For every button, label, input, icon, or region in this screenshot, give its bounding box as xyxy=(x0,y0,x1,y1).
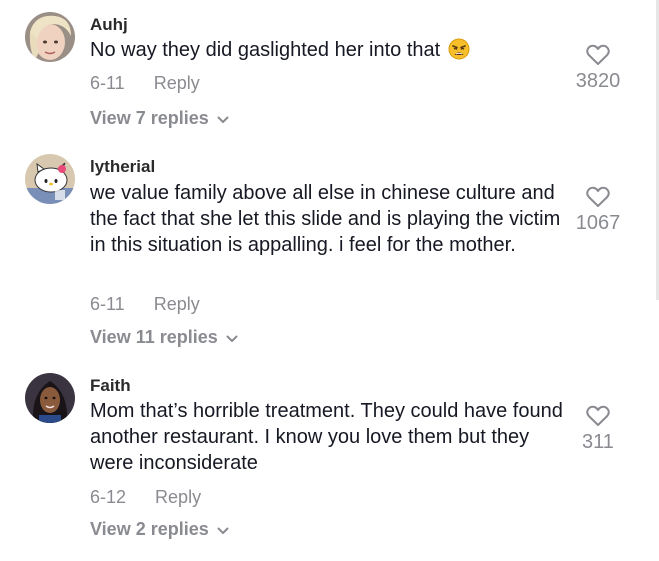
comment-date: 6-12 xyxy=(90,487,127,507)
weary-face-emoji-icon xyxy=(448,38,470,67)
reply-button[interactable]: Reply xyxy=(154,73,200,93)
avatar[interactable] xyxy=(25,154,75,204)
avatar[interactable] xyxy=(25,373,75,423)
chevron-down-icon xyxy=(217,108,229,129)
comment-meta: 6-11 Reply xyxy=(90,294,200,315)
avatar[interactable] xyxy=(25,12,75,62)
comment-username[interactable]: lytherial xyxy=(90,157,155,177)
view-replies-button[interactable]: View 2 replies xyxy=(90,519,229,540)
comment-text: Mom that’s horrible treatment. They coul… xyxy=(90,400,563,474)
view-replies-label: View 11 replies xyxy=(90,327,218,347)
chevron-down-icon xyxy=(217,519,229,540)
view-replies-label: View 7 replies xyxy=(90,108,209,128)
like-count: 1067 xyxy=(575,212,621,234)
reply-button[interactable]: Reply xyxy=(154,294,200,314)
heart-outline-icon[interactable] xyxy=(586,44,610,66)
view-replies-label: View 2 replies xyxy=(90,519,209,539)
comment-text: No way they did gaslighted her into that xyxy=(90,37,565,67)
view-replies-button[interactable]: View 7 replies xyxy=(90,108,229,129)
like-count: 3820 xyxy=(575,70,621,92)
reply-button[interactable]: Reply xyxy=(155,487,201,507)
avatar-hello-kitty-icon xyxy=(25,154,75,204)
comment-username[interactable]: Auhj xyxy=(90,15,128,35)
comment-text: we value family above all else in chines… xyxy=(90,182,561,256)
avatar-blonde-person-icon xyxy=(25,12,75,62)
avatar-dark-hair-person-icon xyxy=(25,373,75,423)
view-replies-button[interactable]: View 11 replies xyxy=(90,327,238,348)
comment-meta: 6-11 Reply xyxy=(90,73,200,94)
heart-outline-icon[interactable] xyxy=(586,186,610,208)
like-count: 311 xyxy=(582,431,614,453)
chevron-down-icon xyxy=(226,327,238,348)
comment-username[interactable]: Faith xyxy=(90,376,131,396)
comment-date: 6-11 xyxy=(90,73,125,93)
comment-text-body: No way they did gaslighted her into that xyxy=(90,39,441,61)
heart-outline-icon[interactable] xyxy=(586,405,610,427)
comment-date: 6-11 xyxy=(90,294,125,314)
comment-meta: 6-12 Reply xyxy=(90,487,201,508)
